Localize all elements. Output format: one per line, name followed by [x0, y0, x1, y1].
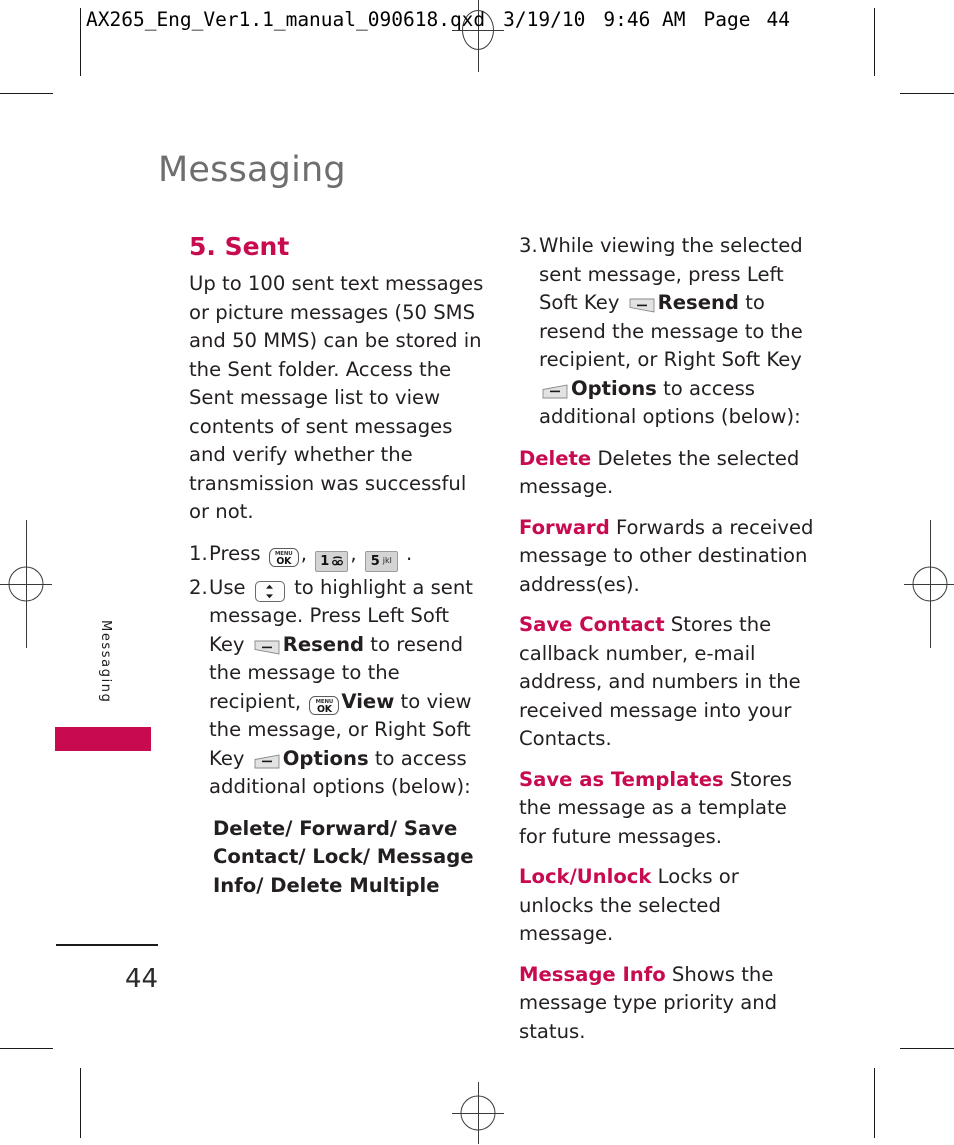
definition-term: Save Contact [519, 613, 665, 636]
slug-page-number: 44 [766, 8, 790, 31]
left-column: 5. Sent Up to 100 sent text messages or … [189, 232, 489, 900]
options-summary: Delete/ Forward/ Save Contact/ Lock/ Mes… [213, 816, 474, 897]
number-5-key-letters: jkl [382, 556, 392, 565]
definition-term: Message Info [519, 962, 666, 986]
folio-divider [56, 944, 158, 946]
definition-term: Forward [519, 515, 610, 539]
step-2: 2. Use to highlight a sent message. Pres… [189, 574, 489, 802]
registration-mark-right [904, 520, 954, 648]
slug-filename: AX265_Eng_Ver1.1_manual_090618.qxd [86, 8, 486, 31]
menu-ok-key: MENU OK [268, 547, 299, 567]
emphasised-term: Resend [282, 632, 365, 656]
emphasised-term: View [341, 689, 395, 713]
definition-term: Lock/Unlock [519, 865, 652, 888]
registration-mark-left [0, 520, 52, 648]
slug-time: 9:46 AM [603, 8, 686, 31]
crop-mark-bottom-left-horizontal [0, 1048, 53, 1049]
definition-item: Save as Templates Stores the message as … [519, 766, 819, 852]
definition-list: Delete Deletes the selected message. Forw… [519, 445, 819, 1047]
step-1-text: Press MENU OK, 1, 5 jkl . [209, 540, 489, 572]
emphasised-term: Options [571, 376, 657, 400]
step-1: 1. Press MENU OK, 1, 5 jkl . [189, 540, 489, 572]
voicemail-icon [332, 556, 344, 566]
definition-item: Lock/Unlock Locks or unlocks the selecte… [519, 863, 819, 949]
step-3: 3. While viewing the selected sent messa… [519, 232, 819, 432]
right-soft-key-icon [542, 383, 568, 399]
intro-paragraph: Up to 100 sent text messages or picture … [189, 272, 484, 523]
crop-mark-top-left-horizontal [0, 93, 53, 94]
side-tab-marker [55, 727, 151, 751]
definition-item: Delete Deletes the selected message. [519, 445, 819, 502]
page-number: 44 [125, 964, 159, 994]
crop-mark-bottom-right-horizontal [900, 1048, 954, 1049]
step-1-number: 1. [189, 541, 208, 565]
slug-page-label: Page [703, 8, 751, 31]
emphasised-term: Resend [657, 291, 739, 314]
number-5-key-digit: 5 [370, 553, 380, 569]
number-1-key-digit: 1 [320, 553, 330, 569]
menu-ok-key-main-label: OK [316, 703, 332, 715]
navigation-up-down-key [254, 580, 285, 602]
number-5-key: 5 jkl [364, 550, 398, 572]
registration-mark-bottom [452, 1082, 504, 1144]
step-2-text: Use to highlight a sent message. Press L… [209, 575, 473, 799]
definition-item: Message Info Shows the message type prio… [519, 961, 819, 1047]
definition-item: Forward Forwards a received message to o… [519, 514, 819, 600]
left-soft-key-icon [629, 298, 655, 313]
step-2-number: 2. [189, 575, 208, 599]
step-3-number: 3. [519, 234, 538, 257]
menu-ok-key: MENU OK [309, 695, 340, 715]
slug-date: 3/19/10 [503, 8, 586, 31]
right-column: 3. While viewing the selected sent messa… [519, 232, 819, 1058]
crop-mark-bottom-left-vertical [80, 1068, 81, 1138]
definition-item: Save Contact Stores the callback number,… [519, 611, 819, 754]
side-tab-label: Messaging [98, 620, 113, 704]
section-heading: 5. Sent [189, 232, 290, 261]
number-1-key: 1 [315, 550, 349, 572]
crop-mark-top-left-vertical [80, 8, 81, 76]
step-3-text: While viewing the selected sent message,… [539, 234, 803, 428]
menu-ok-key-main-label: OK [276, 555, 292, 567]
right-soft-key-icon [254, 753, 280, 769]
crop-mark-top-right-horizontal [900, 93, 954, 94]
definition-term: Delete [519, 446, 592, 470]
emphasised-term: Options [282, 746, 369, 770]
print-slug-header: AX265_Eng_Ver1.1_manual_090618.qxd 3/19/1… [86, 8, 916, 31]
page-title: Messaging [158, 150, 346, 190]
crop-mark-bottom-right-vertical [874, 1068, 875, 1138]
definition-term: Save as Templates [519, 767, 724, 791]
left-soft-key-icon [254, 640, 280, 655]
